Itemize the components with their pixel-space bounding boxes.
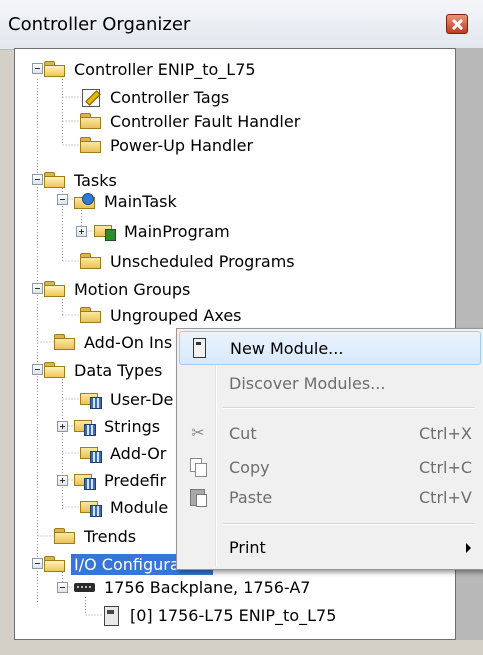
tree-node-label: Data Types <box>74 360 163 380</box>
tree-node-maintask[interactable]: MainTask <box>73 189 180 213</box>
paste-icon <box>188 487 208 507</box>
context-menu: New Module... Discover Modules... ✂ Cut … <box>176 328 483 570</box>
scissors-icon: ✂ <box>191 423 205 442</box>
tree-node-trends[interactable]: Trends <box>53 524 139 548</box>
expander-controller[interactable] <box>32 63 43 74</box>
menu-item-label: Discover Modules... <box>229 374 386 393</box>
tree-node-module-defined[interactable]: Module <box>79 495 171 519</box>
menu-item-label: New Module... <box>230 339 344 358</box>
tree-node-label: Controller Tags <box>110 87 230 107</box>
window-bottom-edge <box>0 640 483 655</box>
folder-open-icon <box>43 170 67 190</box>
tree-node-controller-tags[interactable]: Controller Tags <box>79 85 232 109</box>
tree-node-label: Add-Or <box>110 443 167 463</box>
menu-separator <box>223 523 475 525</box>
menu-item-new-module[interactable]: New Module... <box>179 331 481 365</box>
menu-item-label: Cut <box>229 424 257 443</box>
controller-organizer-window: Controller Organizer Controller ENIP_to_… <box>0 0 483 655</box>
task-icon <box>73 191 97 211</box>
tree-node-label: Controller ENIP_to_L75 <box>74 59 256 79</box>
window-title: Controller Organizer <box>8 14 191 35</box>
new-module-icon <box>189 338 209 358</box>
expander-strings[interactable] <box>57 421 68 432</box>
menu-item-paste[interactable]: Paste Ctrl+V <box>179 481 481 515</box>
tree-node-controller[interactable]: Controller ENIP_to_L75 <box>43 57 259 81</box>
menu-separator <box>223 407 475 409</box>
tree-node-label: Power-Up Handler <box>110 135 254 155</box>
data-type-icon <box>73 416 97 436</box>
expander-tasks[interactable] <box>32 174 43 185</box>
controller-module-icon <box>99 605 123 626</box>
tree-node-label: MainProgram <box>124 221 230 241</box>
tree-node-label: Predefir <box>104 470 167 490</box>
folder-icon <box>79 111 103 131</box>
tree-node-fault-handler[interactable]: Controller Fault Handler <box>79 109 303 133</box>
menu-item-shortcut: Ctrl+X <box>419 424 472 443</box>
data-type-icon <box>79 497 103 517</box>
folder-icon <box>79 135 103 155</box>
tree-node-label: Controller Fault Handler <box>110 111 301 131</box>
data-type-icon <box>73 470 97 490</box>
tag-edit-icon <box>79 87 103 107</box>
folder-open-icon <box>43 554 67 574</box>
expander-io-config[interactable] <box>32 558 43 569</box>
tree-node-backplane[interactable]: 1756 Backplane, 1756-A7 <box>73 575 313 599</box>
data-type-icon <box>79 389 103 409</box>
tree-node-addon-defined[interactable]: Add-Or <box>79 441 169 465</box>
expander-data-types[interactable] <box>32 364 43 375</box>
tree-node-strings[interactable]: Strings <box>73 414 163 438</box>
tree-node-label: [0] 1756-L75 ENIP_to_L75 <box>130 605 337 625</box>
tree-node-label: 1756 Backplane, 1756-A7 <box>104 577 311 597</box>
menu-item-label: Copy <box>229 458 270 477</box>
tree-node-label: User-De <box>110 389 174 409</box>
tree-node-ungrouped-axes[interactable]: Ungrouped Axes <box>79 303 245 327</box>
title-bar[interactable]: Controller Organizer <box>0 0 483 50</box>
folder-open-icon <box>43 360 67 380</box>
copy-icon <box>188 457 208 477</box>
expander-mainprogram[interactable] <box>76 226 87 237</box>
menu-item-discover-modules[interactable]: Discover Modules... <box>179 367 481 401</box>
program-icon <box>93 221 117 241</box>
tree-node-label: Trends <box>84 526 137 546</box>
tree-node-motion-groups[interactable]: Motion Groups <box>43 277 193 301</box>
data-type-icon <box>79 443 103 463</box>
menu-item-print[interactable]: Print <box>179 531 481 565</box>
menu-item-cut[interactable]: ✂ Cut Ctrl+X <box>179 417 481 451</box>
backplane-icon <box>73 577 97 597</box>
tree-node-label: MainTask <box>104 191 177 211</box>
tree-node-module-slot0[interactable]: [0] 1756-L75 ENIP_to_L75 <box>99 603 339 627</box>
close-button[interactable] <box>446 14 468 34</box>
folder-icon <box>53 332 77 352</box>
tree-node-unscheduled[interactable]: Unscheduled Programs <box>79 249 298 273</box>
folder-open-icon <box>43 59 67 79</box>
menu-item-label: Paste <box>229 488 273 507</box>
tree-node-user-defined[interactable]: User-De <box>79 387 176 411</box>
tree-node-powerup-handler[interactable]: Power-Up Handler <box>79 133 256 157</box>
menu-item-copy[interactable]: Copy Ctrl+C <box>179 451 481 485</box>
tree-node-data-types[interactable]: Data Types <box>43 358 165 382</box>
tree-node-label: Motion Groups <box>74 279 191 299</box>
tree-node-mainprogram[interactable]: MainProgram <box>93 219 233 243</box>
menu-item-shortcut: Ctrl+C <box>419 458 473 477</box>
tree-node-label: Module <box>110 497 169 517</box>
folder-icon <box>79 305 103 325</box>
expander-predefined[interactable] <box>57 475 68 486</box>
menu-item-shortcut: Ctrl+V <box>419 488 472 507</box>
expander-maintask[interactable] <box>57 194 68 205</box>
tree-node-label: Unscheduled Programs <box>110 251 295 271</box>
menu-item-label: Print <box>229 538 266 557</box>
tree-node-label: Add-On Ins <box>84 332 173 352</box>
tree-node-label: Ungrouped Axes <box>110 305 242 325</box>
tree-node-label: Tasks <box>74 170 117 190</box>
folder-open-icon <box>43 279 67 299</box>
expander-motion-groups[interactable] <box>32 283 43 294</box>
folder-icon <box>53 526 77 546</box>
expander-backplane[interactable] <box>57 582 68 593</box>
tree-node-label: Strings <box>104 416 161 436</box>
tree-node-addon-instructions[interactable]: Add-On Ins <box>53 330 175 354</box>
folder-icon <box>79 251 103 271</box>
tree-node-predefined[interactable]: Predefir <box>73 468 169 492</box>
submenu-arrow-icon <box>466 543 471 553</box>
